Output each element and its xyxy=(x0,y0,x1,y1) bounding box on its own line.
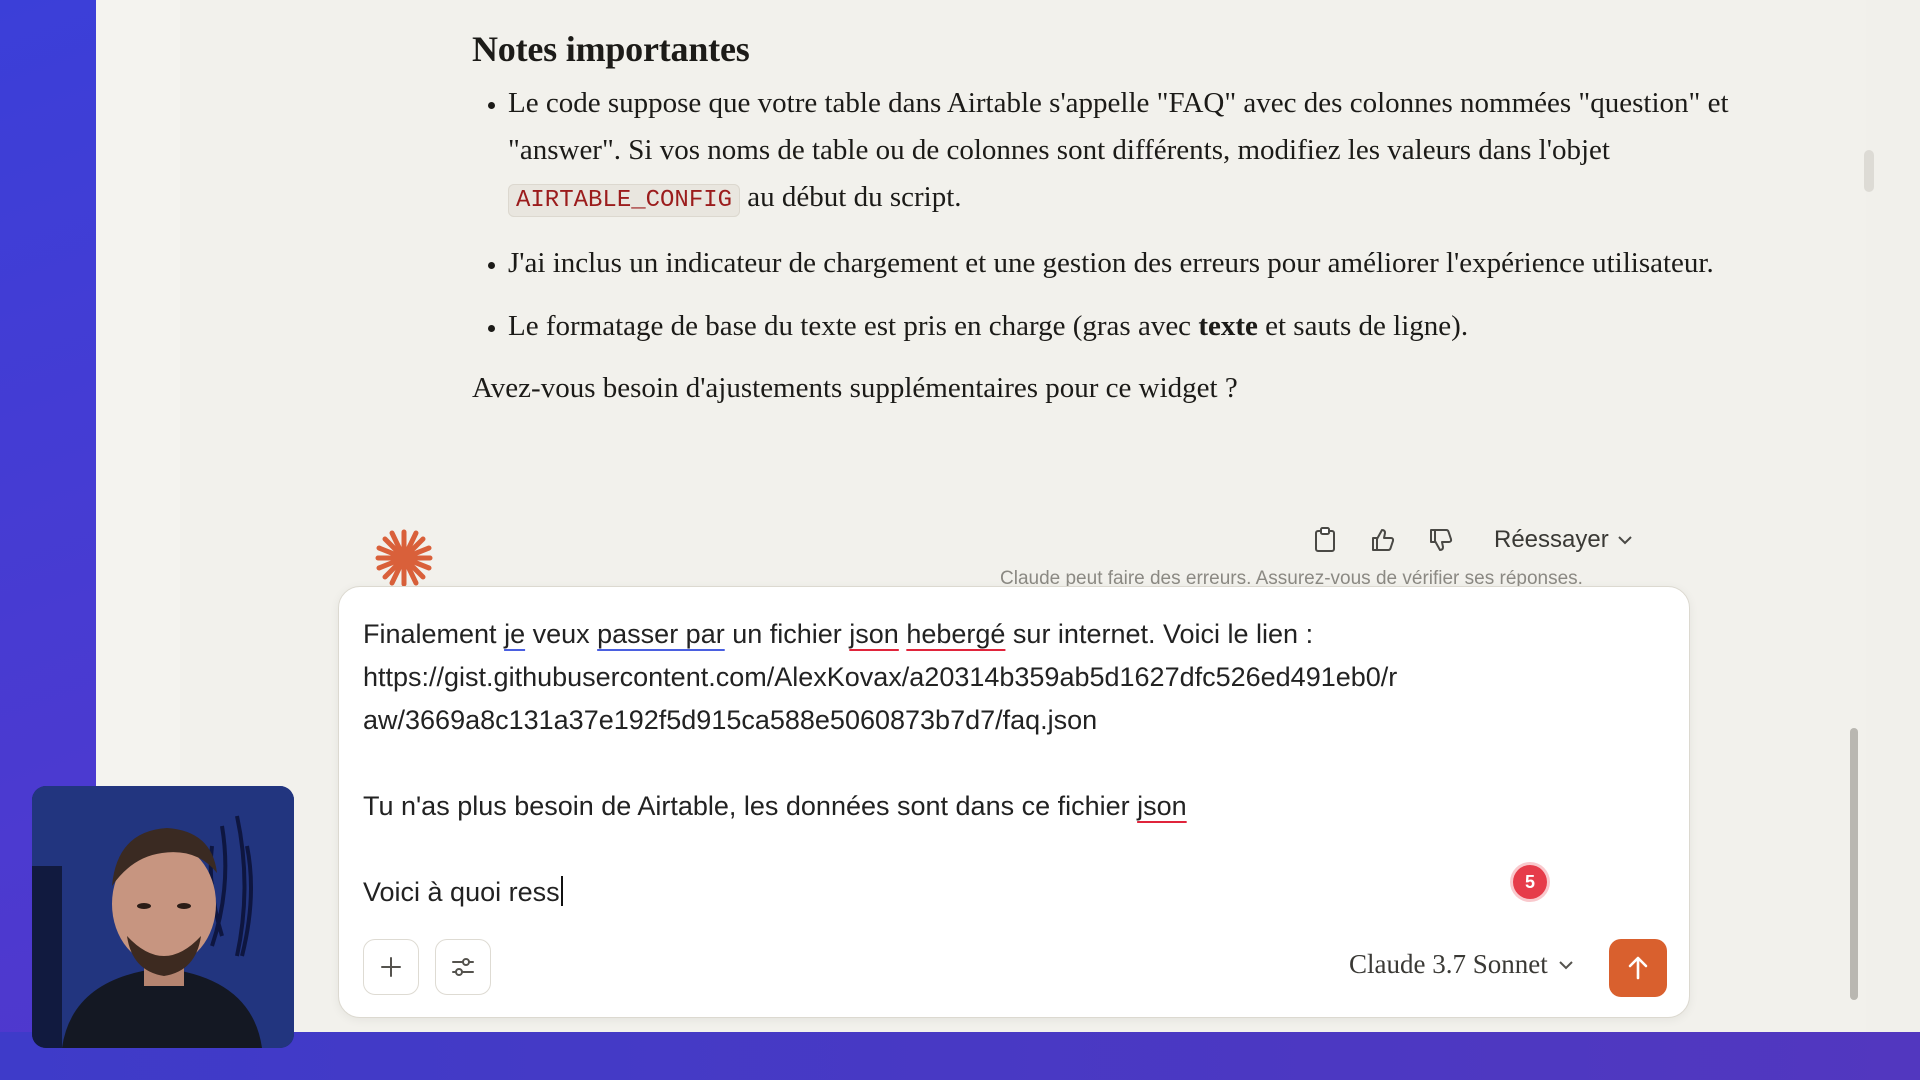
thumbs-up-icon[interactable] xyxy=(1368,525,1398,555)
composer-line: aw/3669a8c131a37e192f5d915ca588e5060873b… xyxy=(363,705,1098,735)
assistant-message: Notes importantes Le code suppose que vo… xyxy=(472,28,1802,405)
thumbs-down-icon[interactable] xyxy=(1426,525,1456,555)
composer-line: Tu n'as plus besoin de Airtable, les don… xyxy=(363,791,1187,821)
model-selector[interactable]: Claude 3.7 Sonnet xyxy=(1349,949,1574,980)
webcam-person-image xyxy=(32,786,294,1048)
text-caret xyxy=(560,876,563,906)
notes-list: Le code suppose que votre table dans Air… xyxy=(472,80,1802,350)
chevron-down-icon xyxy=(1618,536,1632,545)
section-heading: Notes importantes xyxy=(472,29,750,69)
scrollbar-thumb[interactable] xyxy=(1850,728,1858,1000)
add-attachment-button[interactable] xyxy=(363,939,419,995)
webcam-overlay xyxy=(32,786,294,1048)
arrow-up-icon xyxy=(1628,956,1648,980)
list-item-text: Le code suppose que votre table dans Air… xyxy=(508,87,1729,166)
composer-line: https://gist.githubusercontent.com/AlexK… xyxy=(363,662,1398,692)
bold-text: texte xyxy=(1198,310,1258,342)
closing-question: Avez-vous besoin d'ajustements supplémen… xyxy=(472,372,1238,404)
claude-logo-icon xyxy=(375,529,433,587)
list-item: Le formatage de base du texte est pris e… xyxy=(508,303,1802,350)
retry-label: Réessayer xyxy=(1494,526,1609,553)
list-item: Le code suppose que votre table dans Air… xyxy=(508,80,1802,224)
list-item-text: au début du script. xyxy=(740,181,962,213)
composer-line: Finalement je veux passer par un fichier… xyxy=(363,619,1314,649)
grammar-issue-badge[interactable]: 5 xyxy=(1513,865,1547,899)
composer-empty-line xyxy=(363,742,1663,785)
composer-input[interactable]: Finalement je veux passer par un fichier… xyxy=(363,613,1663,914)
message-composer[interactable]: Finalement je veux passer par un fichier… xyxy=(338,586,1690,1018)
list-item: J'ai inclus un indicateur de chargement … xyxy=(508,240,1802,287)
retry-button[interactable]: Réessayer xyxy=(1494,526,1633,554)
list-item-text: J'ai inclus un indicateur de chargement … xyxy=(508,247,1714,279)
send-button[interactable] xyxy=(1609,939,1667,997)
scrollbar-top-thumb[interactable] xyxy=(1864,150,1874,192)
chevron-down-icon xyxy=(1559,960,1573,969)
list-item-text: et sauts de ligne). xyxy=(1257,310,1469,342)
message-actions: Réessayer xyxy=(1310,518,1633,562)
options-button[interactable] xyxy=(435,939,491,995)
list-item-text: Le formatage de base du texte est pris e… xyxy=(508,310,1199,342)
clipboard-icon[interactable] xyxy=(1310,525,1340,555)
inline-code: AIRTABLE_CONFIG xyxy=(508,184,741,217)
model-label: Claude 3.7 Sonnet xyxy=(1349,949,1548,979)
plus-icon xyxy=(381,957,401,977)
composer-empty-line xyxy=(363,828,1663,871)
sliders-icon xyxy=(452,958,474,976)
composer-line: Voici à quoi ress xyxy=(363,871,1663,914)
